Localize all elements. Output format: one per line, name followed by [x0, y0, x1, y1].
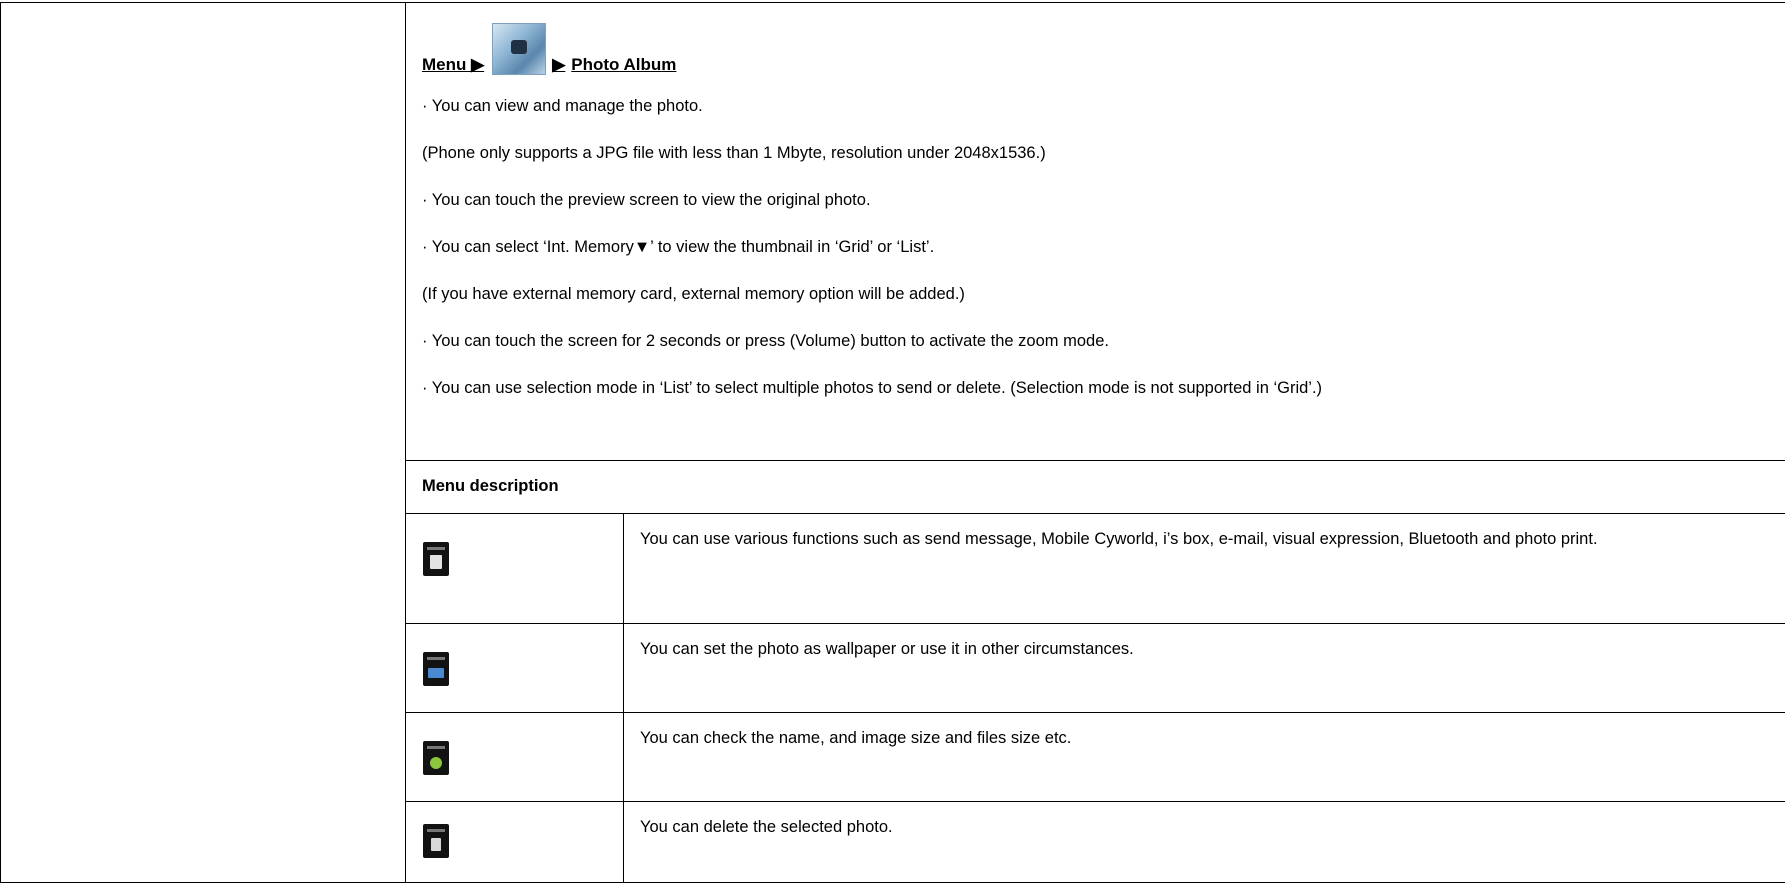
- menu-row-send: You can use various functions such as se…: [406, 514, 1785, 624]
- intro-line: (If you have external memory card, exter…: [422, 285, 965, 303]
- menu-row-text: You can delete the selected photo.: [640, 818, 893, 836]
- intro-section: Menu ▶ ▶ Photo Album · You can view and …: [406, 3, 1785, 461]
- menu-row-info: You can check the name, and image size a…: [406, 713, 1785, 802]
- menu-text-cell: You can check the name, and image size a…: [624, 713, 1785, 801]
- menu-row-delete: You can delete the selected photo.: [406, 802, 1785, 882]
- left-margin-cell: [0, 2, 406, 883]
- intro-line: · You can select ‘Int. Memory▼’ to view …: [422, 238, 935, 256]
- menu-text-cell: You can use various functions such as se…: [624, 514, 1785, 623]
- menu-icon-cell: [406, 624, 624, 712]
- menu-row-text: You can set the photo as wallpaper or us…: [640, 640, 1134, 658]
- info-icon: [423, 741, 449, 775]
- intro-line: · You can view and manage the photo.: [422, 97, 703, 115]
- settings-icon: [423, 652, 449, 686]
- heading-title: Photo Album: [571, 55, 677, 74]
- menu-description-title: Menu description: [422, 477, 559, 495]
- intro-line: · You can use selection mode in ‘List’ t…: [422, 379, 1323, 397]
- menu-row-settings: You can set the photo as wallpaper or us…: [406, 624, 1785, 713]
- intro-line: (Phone only supports a JPG file with les…: [422, 144, 1046, 162]
- send-icon: [423, 542, 449, 576]
- menu-icon-cell: [406, 514, 624, 623]
- delete-icon: [423, 824, 449, 858]
- intro-line: · You can touch the screen for 2 seconds…: [422, 332, 1109, 350]
- menu-text-cell: You can set the photo as wallpaper or us…: [624, 624, 1785, 712]
- intro-line: · You can touch the preview screen to vi…: [422, 191, 871, 209]
- heading-menu-label: Menu ▶: [422, 55, 485, 74]
- heading-arrow: ▶: [552, 55, 566, 74]
- document-page: Menu ▶ ▶ Photo Album · You can view and …: [0, 0, 1785, 883]
- menu-row-text: You can use various functions such as se…: [640, 530, 1598, 548]
- menu-row-text: You can check the name, and image size a…: [640, 729, 1072, 747]
- menu-icon-cell: [406, 802, 624, 882]
- photo-album-thumb-icon: [492, 23, 547, 75]
- section-heading: Menu ▶ ▶ Photo Album: [422, 17, 676, 75]
- content-cell: Menu ▶ ▶ Photo Album · You can view and …: [406, 2, 1785, 883]
- menu-text-cell: You can delete the selected photo.: [624, 802, 1785, 882]
- menu-description-header: Menu description: [406, 461, 1785, 514]
- menu-icon-cell: [406, 713, 624, 801]
